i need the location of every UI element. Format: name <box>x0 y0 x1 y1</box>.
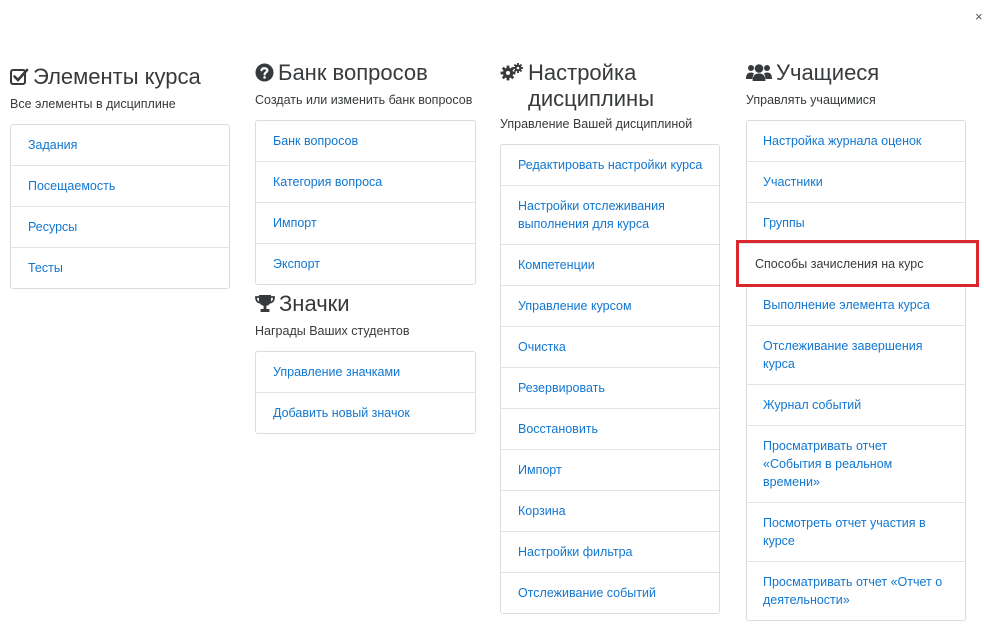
link-export[interactable]: Экспорт <box>256 243 475 284</box>
link-backup[interactable]: Резервировать <box>501 367 719 408</box>
section-title-text: Учащиеся <box>776 60 880 85</box>
link-question-bank[interactable]: Банк вопросов <box>256 121 475 161</box>
link-import[interactable]: Импорт <box>501 449 719 490</box>
link-list: Редактировать настройки курса Настройки … <box>500 144 720 614</box>
link-competencies[interactable]: Компетенции <box>501 244 719 285</box>
close-icon[interactable]: × <box>975 9 983 24</box>
link-course-participation-report[interactable]: Посмотреть отчет участия в курсе <box>747 502 965 561</box>
section-description: Создать или изменить банк вопросов <box>255 93 473 107</box>
section-title: Настройка дисциплины <box>500 60 720 112</box>
link-list: Настройка журнала оценок Участники Групп… <box>736 120 979 621</box>
link-participants[interactable]: Участники <box>747 161 965 202</box>
link-reset[interactable]: Очистка <box>501 326 719 367</box>
link-edit-course-settings[interactable]: Редактировать настройки курса <box>501 145 719 185</box>
link-list: Задания Посещаемость Ресурсы Тесты <box>10 124 230 289</box>
section-description: Управлять учащимися <box>746 93 876 107</box>
link-manage-badges[interactable]: Управление значками <box>256 352 475 392</box>
link-resources[interactable]: Ресурсы <box>11 206 229 247</box>
section-title: Учащиеся <box>746 60 966 88</box>
link-gradebook-setup[interactable]: Настройка журнала оценок <box>747 121 965 161</box>
link-groups[interactable]: Группы <box>747 202 965 243</box>
link-activity-report[interactable]: Просматривать отчет «Отчет о деятельност… <box>747 561 965 620</box>
link-assignments[interactable]: Задания <box>11 125 229 165</box>
section-badges: Значки Награды Ваших студентов Управлени… <box>255 291 476 434</box>
section-title: Банк вопросов <box>255 60 476 88</box>
link-completion-tracking-settings[interactable]: Настройки отслеживания выполнения для ку… <box>501 185 719 244</box>
question-circle-icon <box>255 62 274 88</box>
link-recycle-bin[interactable]: Корзина <box>501 490 719 531</box>
link-live-logs-report[interactable]: Просматривать отчет «События в реальном … <box>747 425 965 502</box>
section-learners: Учащиеся Управлять учащимися Настройка ж… <box>736 60 979 621</box>
link-course-completion-tracking[interactable]: Отслеживание завершения курса <box>747 325 965 384</box>
section-title-text: Банк вопросов <box>278 60 428 85</box>
checkbox-icon <box>10 66 29 92</box>
link-question-category[interactable]: Категория вопроса <box>256 161 475 202</box>
link-add-badge[interactable]: Добавить новый значок <box>256 392 475 433</box>
section-title: Значки <box>255 291 476 319</box>
section-question-bank: Банк вопросов Создать или изменить банк … <box>255 60 476 434</box>
cogs-icon <box>500 62 524 88</box>
link-event-monitoring[interactable]: Отслеживание событий <box>501 572 719 613</box>
section-title: Элементы курса <box>10 64 230 92</box>
section-course-elements: Элементы курса Все элементы в дисциплине… <box>10 60 230 289</box>
section-course-settings: Настройка дисциплины Управление Вашей ди… <box>500 60 720 614</box>
link-quizzes[interactable]: Тесты <box>11 247 229 288</box>
section-description: Награды Ваших студентов <box>255 324 410 338</box>
section-description: Все элементы в дисциплине <box>10 97 176 111</box>
link-logs[interactable]: Журнал событий <box>747 384 965 425</box>
link-enrolment-methods[interactable]: Способы зачисления на курс <box>736 240 979 287</box>
link-filter-settings[interactable]: Настройки фильтра <box>501 531 719 572</box>
link-import[interactable]: Импорт <box>256 202 475 243</box>
section-title-text: Настройка дисциплины <box>528 60 655 111</box>
link-list: Управление значками Добавить новый значо… <box>255 351 476 434</box>
users-icon <box>746 62 772 88</box>
link-activity-completion[interactable]: Выполнение элемента курса <box>747 284 965 325</box>
link-restore[interactable]: Восстановить <box>501 408 719 449</box>
link-attendance[interactable]: Посещаемость <box>11 165 229 206</box>
section-title-text: Значки <box>279 291 350 316</box>
section-description: Управление Вашей дисциплиной <box>500 117 693 131</box>
section-title-text: Элементы курса <box>33 64 201 89</box>
course-administration-page: × Элементы курса Все элементы в дисципли… <box>0 0 984 634</box>
link-course-management[interactable]: Управление курсом <box>501 285 719 326</box>
link-list: Банк вопросов Категория вопроса Импорт Э… <box>255 120 476 285</box>
trophy-icon <box>255 293 275 319</box>
